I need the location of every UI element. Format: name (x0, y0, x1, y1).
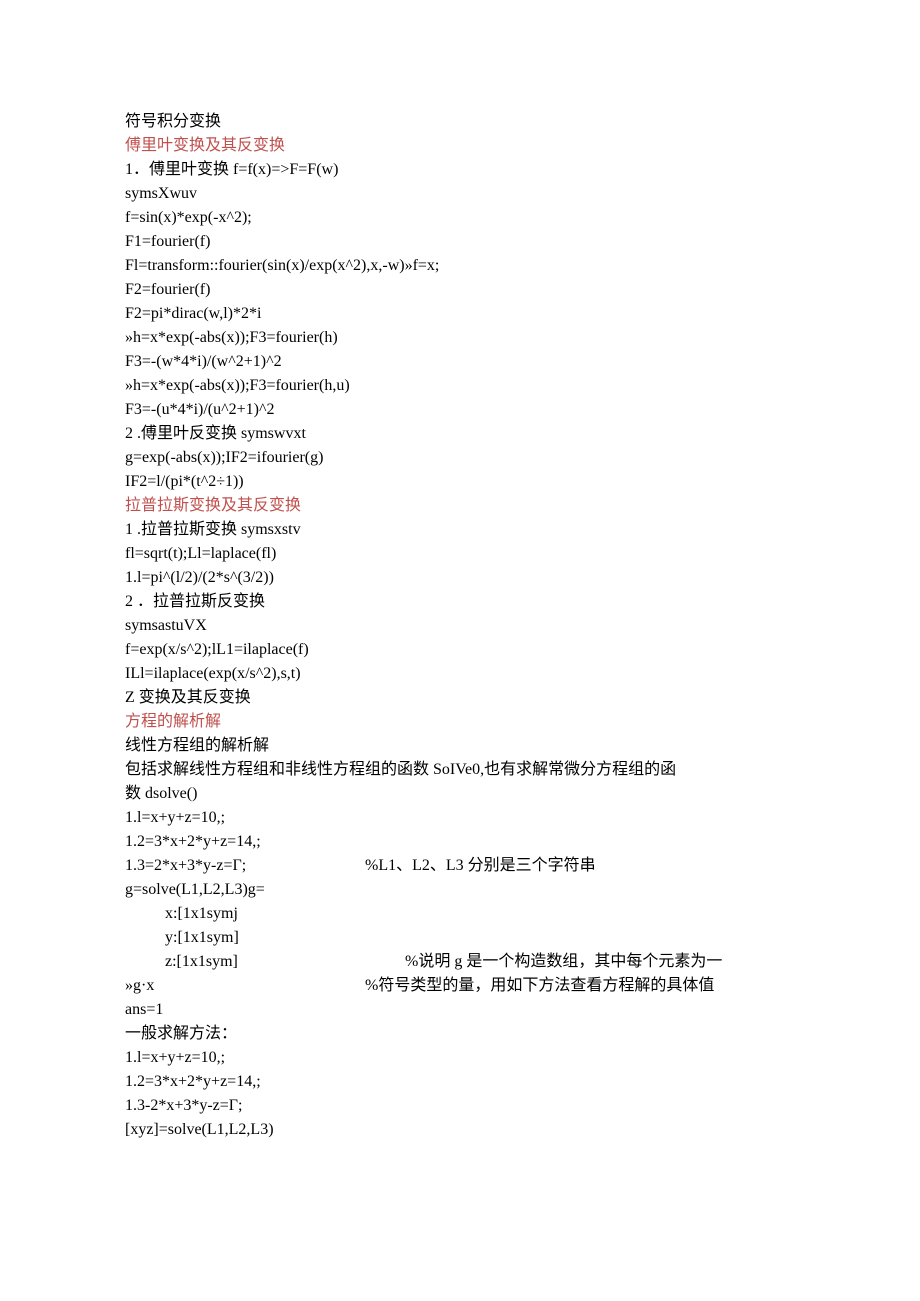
text-line-5: F1=fourier(f) (125, 230, 795, 254)
text-line-25: 方程的解析解 (125, 710, 795, 734)
comment-text: %符号类型的量，用如下方法查看方程解的具体值 (365, 974, 795, 998)
text-line-28: 数 dsolve() (125, 782, 795, 806)
text-line-24: Z 变换及其反变换 (125, 686, 795, 710)
text-line-4: f=sin(x)*exp(-x^2); (125, 206, 795, 230)
text-line-26: 线性方程组的解析解 (125, 734, 795, 758)
text-line-0: 符号积分变换 (125, 110, 795, 134)
text-line-12: F3=-(u*4*i)/(u^2+1)^2 (125, 398, 795, 422)
text-line-14: g=exp(-abs(x));IF2=ifourier(g) (125, 446, 795, 470)
text-line-16: 拉普拉斯变换及其反变换 (125, 494, 795, 518)
text-line-27: 包括求解线性方程组和非线性方程组的函数 SoIVe0,也有求解常微分方程组的函 (125, 758, 795, 782)
text-line-29: 1.l=x+y+z=10,; (125, 806, 795, 830)
text-line-23: ILl=ilaplace(exp(x/s^2),s,t) (125, 662, 795, 686)
gx-row: »g·x%符号类型的量，用如下方法查看方程解的具体值 (125, 974, 795, 998)
text-line-18: fl=sqrt(t);Ll=laplace(fl) (125, 542, 795, 566)
text-line-1: 傅里叶变换及其反变换 (125, 134, 795, 158)
code-gx: »g·x (125, 974, 365, 998)
text-line-15: IF2=l/(pi*(t^2÷1)) (125, 470, 795, 494)
text-line-9: »h=x*exp(-abs(x));F3=fourier(h) (125, 326, 795, 350)
code-line-l3: 1.3=2*x+3*y-z=Γ;%L1、L2、L3 分别是三个字符串 (125, 854, 795, 878)
text-line-19: 1.l=pi^(l/2)/(2*s^(3/2)) (125, 566, 795, 590)
text-line-21: symsastuVX (125, 614, 795, 638)
comment-text: %说明 g 是一个构造数组，其中每个元素为一 (405, 950, 795, 974)
footer-line-4: 1.3-2*x+3*y-z=Γ; (125, 1094, 795, 1118)
text-line-7: F2=fourier(f) (125, 278, 795, 302)
comment-text: %L1、L2、L3 分别是三个字符串 (365, 854, 795, 878)
text-line-3: symsXwuv (125, 182, 795, 206)
footer-line-5: [xyz]=solve(L1,L2,L3) (125, 1118, 795, 1142)
footer-line-1: 一般求解方法： (125, 1022, 795, 1046)
text-line-10: F3=-(w*4*i)/(w^2+1)^2 (125, 350, 795, 374)
text-line-30: 1.2=3*x+2*y+z=14,; (125, 830, 795, 854)
text-line-22: f=exp(x/s^2);lL1=ilaplace(f) (125, 638, 795, 662)
struct-field-z-row: z:[1x1sym]%说明 g 是一个构造数组，其中每个元素为一 (125, 950, 795, 974)
text-line-8: F2=pi*dirac(w,l)*2*i (125, 302, 795, 326)
text-line-17: 1 .拉普拉斯变换 symsxstv (125, 518, 795, 542)
text-line-2: 1．傅里叶变换 f=f(x)=>F=F(w) (125, 158, 795, 182)
struct-field-x: x:[1x1symj (125, 902, 795, 926)
text-line-11: »h=x*exp(-abs(x));F3=fourier(h,u) (125, 374, 795, 398)
footer-line-3: 1.2=3*x+2*y+z=14,; (125, 1070, 795, 1094)
struct-field-y: y:[1x1sym] (125, 926, 795, 950)
code-text: 1.3=2*x+3*y-z=Γ; (125, 854, 365, 878)
footer-line-2: 1.l=x+y+z=10,; (125, 1046, 795, 1070)
text-line-20: 2 ．拉普拉斯反变换 (125, 590, 795, 614)
text-line-13: 2 .傅里叶反变换 symswvxt (125, 422, 795, 446)
text-line-6: Fl=transform::fourier(sin(x)/exp(x^2),x,… (125, 254, 795, 278)
footer-line-0: ans=1 (125, 998, 795, 1022)
code-line-solve: g=solve(L1,L2,L3)g= (125, 878, 795, 902)
struct-field-z: z:[1x1sym] (125, 950, 405, 974)
